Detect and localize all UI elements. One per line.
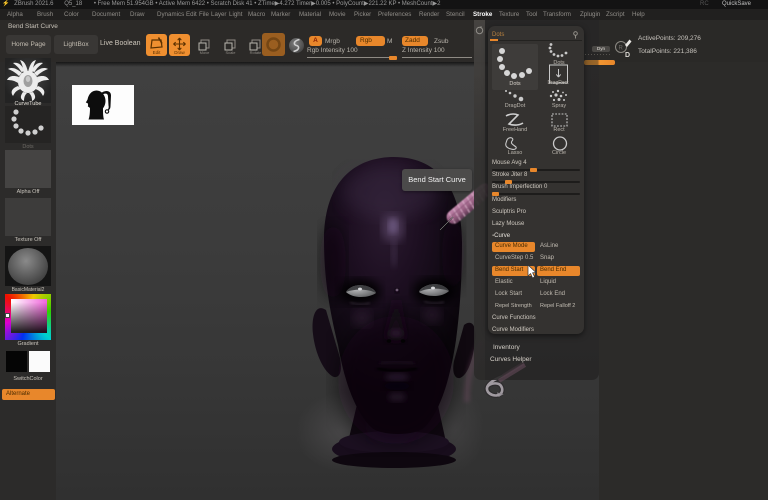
svg-text:D: D: [625, 52, 630, 59]
svg-text:R: R: [619, 46, 624, 52]
